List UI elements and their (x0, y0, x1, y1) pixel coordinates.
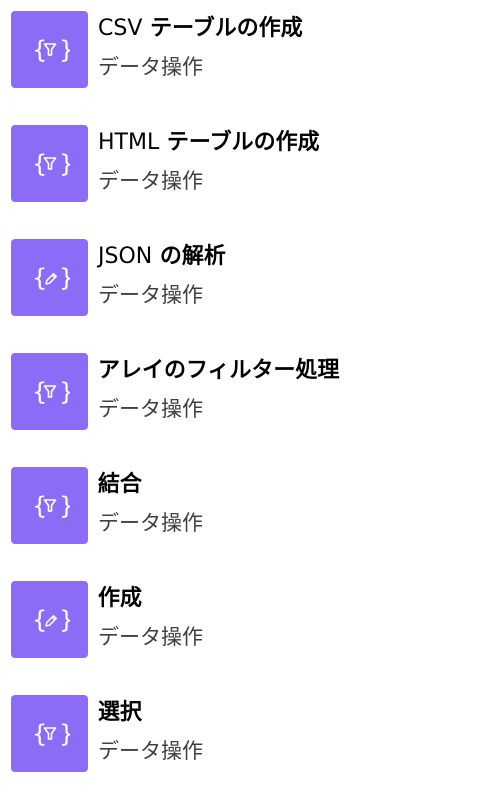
action-title-main: 選択 (98, 700, 143, 725)
action-subtitle: データ操作 (98, 397, 203, 421)
svg-text:}: } (59, 606, 70, 634)
action-item-compose[interactable]: { } 作成 データ操作 (0, 570, 501, 670)
svg-text:}: } (59, 378, 70, 406)
svg-text:}: } (59, 150, 70, 178)
action-title-main: 結合 (98, 472, 143, 497)
filter-icon: { } (11, 353, 88, 430)
action-subtitle: データ操作 (98, 739, 203, 763)
action-title-main: 作成 (98, 586, 143, 611)
action-item-filter-array[interactable]: { } アレイのフィルター処理 データ操作 (0, 342, 501, 442)
svg-text:{: { (32, 150, 47, 178)
svg-text:{: { (32, 606, 47, 634)
svg-text:{: { (32, 36, 47, 64)
filter-icon: { } (11, 125, 88, 202)
action-title: アレイのフィルター処理 (98, 356, 340, 386)
action-title-main: の解析 (159, 244, 226, 269)
filter-icon: { } (11, 467, 88, 544)
action-title: JSON の解析 (98, 242, 226, 272)
svg-text:}: } (59, 492, 70, 520)
action-title-prefix: CSV (98, 16, 143, 41)
action-title: 作成 (98, 584, 142, 614)
action-subtitle: データ操作 (98, 511, 203, 535)
filter-icon: { } (11, 695, 88, 772)
svg-text:}: } (59, 264, 70, 292)
action-item-select[interactable]: { } 選択 データ操作 (0, 684, 501, 784)
svg-text:{: { (32, 264, 47, 292)
svg-text:{: { (32, 378, 47, 406)
action-item-csv-table[interactable]: { } CSV テーブルの作成 データ操作 (0, 0, 501, 100)
action-title-main: テーブルの作成 (150, 16, 303, 41)
pencil-icon: { } (11, 581, 88, 658)
svg-text:{: { (32, 492, 47, 520)
action-title-main: アレイのフィルター処理 (98, 358, 340, 383)
action-subtitle: データ操作 (98, 169, 203, 193)
action-title-prefix: HTML (98, 130, 160, 155)
action-title-main: テーブルの作成 (166, 130, 320, 155)
action-title: CSV テーブルの作成 (98, 14, 303, 44)
action-item-parse-json[interactable]: { } JSON の解析 データ操作 (0, 228, 501, 328)
action-title: 結合 (98, 470, 142, 500)
action-title: 選択 (98, 698, 142, 728)
action-subtitle: データ操作 (98, 625, 203, 649)
svg-text:}: } (59, 36, 70, 64)
pencil-icon: { } (11, 239, 88, 316)
action-subtitle: データ操作 (98, 283, 203, 307)
action-title-prefix: JSON (98, 244, 153, 269)
action-title: HTML テーブルの作成 (98, 128, 320, 158)
action-item-join[interactable]: { } 結合 データ操作 (0, 456, 501, 556)
svg-text:{: { (32, 720, 47, 748)
svg-text:}: } (59, 720, 70, 748)
filter-icon: { } (11, 11, 88, 88)
action-subtitle: データ操作 (98, 55, 203, 79)
action-item-html-table[interactable]: { } HTML テーブルの作成 データ操作 (0, 114, 501, 214)
